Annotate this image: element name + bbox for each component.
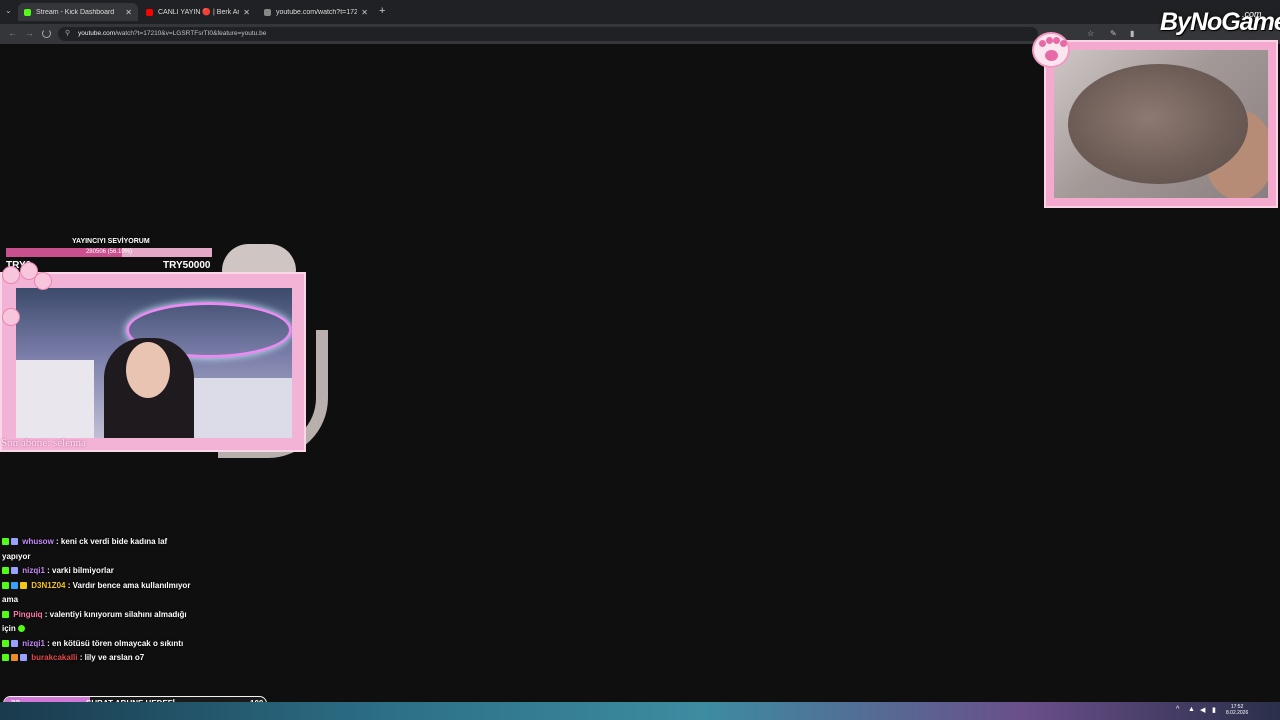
webcam-frame xyxy=(0,272,306,452)
chat-text: : lily ve arslan o7 xyxy=(79,653,145,662)
chat-message: nizqi1 : varki bilmiyorlar xyxy=(2,564,192,579)
forward-icon[interactable]: → xyxy=(25,28,34,38)
chat-username: Pinguiq xyxy=(13,609,43,619)
flower-decoration xyxy=(2,308,20,326)
pet-camera-frame xyxy=(1044,40,1278,208)
bynogame-logo-suffix: .com xyxy=(1242,9,1262,19)
chat-message: Pinguiq : valentiyi kınıyorum silahını a… xyxy=(2,608,192,637)
donation-goal-max: TRY50000 xyxy=(163,260,211,271)
paw-icon xyxy=(1032,32,1070,68)
close-icon[interactable]: ✕ xyxy=(243,8,250,17)
chat-username: nizqi1 xyxy=(22,566,45,575)
chat-username: nizqi1 xyxy=(22,638,45,648)
star-icon[interactable]: ☆ xyxy=(1087,29,1094,38)
bynogame-logo: ByNoGame xyxy=(1160,8,1280,36)
chat-text: : varki bilmiyorlar xyxy=(47,566,114,575)
sub-badge-icon xyxy=(11,567,18,574)
pet-camera-feed xyxy=(1054,50,1268,198)
lock-icon[interactable]: ▮ xyxy=(1130,29,1134,38)
tab-youtube-watch[interactable]: youtube.com/watch?t=17210& ✕ xyxy=(258,3,374,21)
chat-message: nizqi1 : en kötüsü tören olmaycak o sıkı… xyxy=(2,637,192,652)
chat-username: burakcakalli xyxy=(31,653,78,662)
gift-badge-icon xyxy=(11,654,18,661)
tab-title: CANLI YAYIN 🔴 | Berk Arslan xyxy=(158,9,239,16)
kick-badge-icon xyxy=(2,654,9,661)
tab-strip: ⌄ Stream - Kick Dashboard ✕ CANLI YAYIN … xyxy=(0,0,1280,24)
flower-decoration xyxy=(34,272,52,290)
chat-message: whusow : keni ck verdi bide kadına laf y… xyxy=(2,535,192,564)
sleeping-cat xyxy=(1068,64,1248,184)
battery-icon[interactable]: ▮ xyxy=(1212,706,1216,714)
room-shelf xyxy=(16,360,94,438)
chat-overlay: whusow : keni ck verdi bide kadına laf y… xyxy=(2,535,192,666)
last-subscriber: Son abone: selenna xyxy=(1,437,86,449)
clock-date: 8.02.2026 xyxy=(1226,710,1249,716)
url-text[interactable]: youtube.com/watch?t=17210&v=LGSRTFsrTI0&… xyxy=(78,30,266,37)
donation-goal-value: 280506 (56.10%) xyxy=(85,249,133,255)
chat-username: whusow xyxy=(22,537,54,546)
network-icon[interactable]: ▲ xyxy=(1188,706,1195,713)
chat-username: D3N1Z04 xyxy=(31,580,66,590)
site-info-icon[interactable]: ⚲ xyxy=(65,29,70,37)
system-clock[interactable]: 17:52 8.02.2026 xyxy=(1226,704,1248,716)
youtube-favicon-icon xyxy=(146,8,153,16)
reload-icon[interactable] xyxy=(42,29,51,38)
extension-icon[interactable]: ✎ xyxy=(1110,29,1117,38)
omnibox[interactable]: ⚲ youtube.com/watch?t=17210&v=LGSRTFsrTI… xyxy=(58,27,1038,41)
close-icon[interactable]: ✕ xyxy=(361,8,368,17)
donation-goal-bar: 280506 (56.10%) xyxy=(6,248,212,257)
chat-message: D3N1Z04 : Vardır bence ama kullanılmıyor… xyxy=(2,579,192,608)
donation-goal-title: YAYINCIYI SEVİYORUM xyxy=(72,238,150,245)
close-icon[interactable]: ✕ xyxy=(125,8,132,17)
volume-icon[interactable]: ◀ xyxy=(1200,706,1205,714)
tab-canli-yayin[interactable]: CANLI YAYIN 🔴 | Berk Arslan ✕ xyxy=(140,3,256,21)
sub-badge-icon xyxy=(20,654,27,661)
page-favicon-icon xyxy=(264,8,271,16)
flower-decoration xyxy=(2,266,20,284)
chevron-up-icon[interactable]: ^ xyxy=(1176,706,1179,713)
back-icon[interactable]: ← xyxy=(8,28,17,38)
tab-title: youtube.com/watch?t=17210& xyxy=(276,8,358,16)
coin-badge-icon xyxy=(20,581,27,589)
streamer-face xyxy=(126,342,170,398)
kick-badge-icon xyxy=(2,610,9,618)
tab-kick-dashboard[interactable]: Stream - Kick Dashboard ✕ xyxy=(18,3,138,21)
chat-text: : en kötüsü tören olmaycak o sıkıntı xyxy=(47,638,184,648)
emote-icon xyxy=(18,625,26,632)
taskbar xyxy=(0,702,1280,720)
gem-badge-icon xyxy=(11,581,18,589)
webcam-feed xyxy=(16,288,292,438)
sub-badge-icon xyxy=(11,639,18,647)
kick-badge-icon xyxy=(2,567,9,574)
tab-search-icon[interactable]: ⌄ xyxy=(5,6,12,15)
tab-title: Stream - Kick Dashboard xyxy=(36,8,115,16)
kick-favicon-icon xyxy=(24,8,31,16)
chat-message: burakcakalli : lily ve arslan o7 xyxy=(2,651,192,666)
sub-badge-icon xyxy=(11,538,18,545)
kick-badge-icon xyxy=(2,581,9,589)
kick-badge-icon xyxy=(2,639,9,647)
kick-badge-icon xyxy=(2,538,9,545)
new-tab-button[interactable]: + xyxy=(379,5,385,17)
